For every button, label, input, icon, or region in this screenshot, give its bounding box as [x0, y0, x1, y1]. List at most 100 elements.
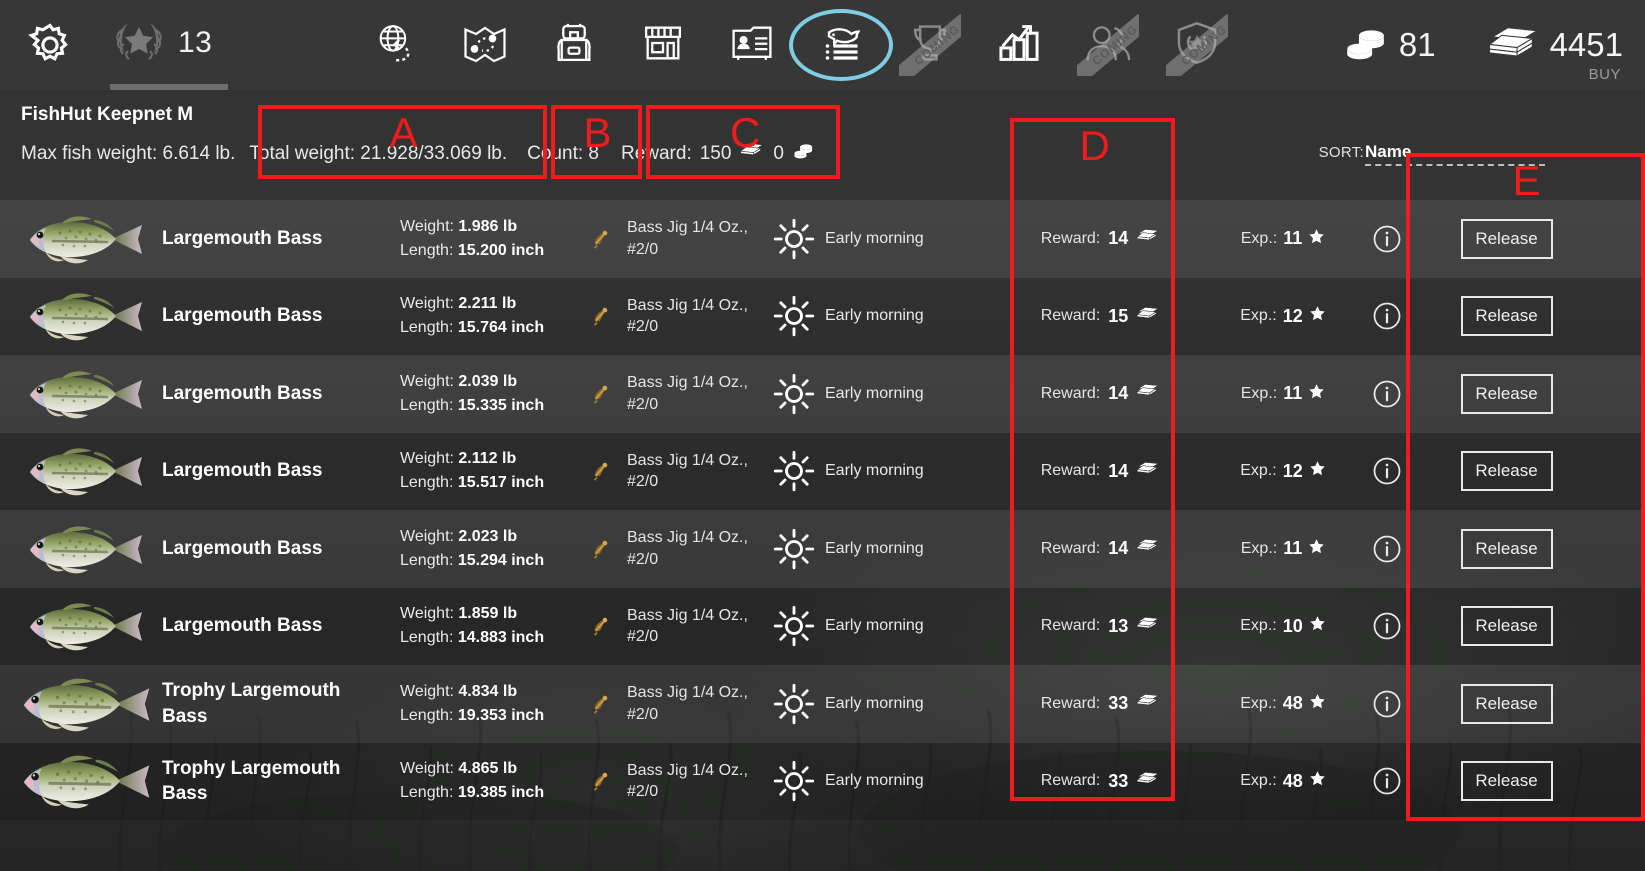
release-button[interactable]: Release	[1460, 296, 1553, 337]
fish-reward-label: Reward:	[1040, 694, 1101, 712]
fish-measurements: Weight: 1.986 lb Length: 15.200 inch	[400, 215, 575, 263]
nav-keepnet-button[interactable]	[810, 14, 872, 76]
fish-length: Length: 19.385 inch	[400, 784, 545, 802]
coins-value: 81	[1398, 26, 1436, 63]
gear-icon	[25, 20, 75, 70]
fish-length: Length: 15.335 inch	[400, 396, 545, 414]
table-row[interactable]: Trophy Largemouth Bass Weight: 4.865 lb …	[0, 742, 1645, 820]
keepnet-name: FishHut Keepnet M	[21, 104, 194, 125]
table-row[interactable]: Largemouth Bass Weight: 2.039 lb Length:…	[0, 355, 1645, 433]
fish-name: Trophy Largemouth Bass	[162, 680, 341, 727]
sort-selector[interactable]: SORT: Name	[1319, 142, 1545, 166]
info-icon[interactable]	[1358, 611, 1416, 641]
release-button[interactable]: Release	[1460, 683, 1553, 724]
player-level[interactable]: 13	[108, 13, 228, 90]
info-icon[interactable]	[1358, 766, 1416, 796]
table-row[interactable]: Largemouth Bass Weight: 2.211 lb Length:…	[0, 277, 1645, 355]
fish-lure: Bass Jig 1/4 Oz., #2/0	[627, 451, 748, 491]
release-button[interactable]: Release	[1460, 761, 1553, 802]
fish-reward-label: Reward:	[1040, 539, 1101, 557]
table-row[interactable]: Largemouth Bass Weight: 1.986 lb Length:…	[0, 200, 1645, 278]
nav-inventory-button[interactable]	[543, 14, 605, 76]
fish-exp-label: Exp.:	[1240, 539, 1278, 557]
coin-stack-icon	[1345, 25, 1389, 66]
info-icon[interactable]	[1358, 379, 1416, 409]
fish-reward: Reward: 33	[993, 693, 1208, 714]
release-cell: Release	[1416, 683, 1597, 724]
fish-exp-value: 48	[1282, 693, 1303, 714]
info-icon[interactable]	[1358, 301, 1416, 331]
coins-display[interactable]: 81	[1345, 25, 1436, 66]
money-stack-icon	[739, 142, 765, 165]
sort-label: SORT:	[1318, 144, 1364, 161]
fish-reward-value: 14	[1108, 383, 1129, 404]
table-row[interactable]: Largemouth Bass Weight: 2.023 lb Length:…	[0, 510, 1645, 588]
star-icon	[1308, 538, 1325, 560]
table-row[interactable]: Largemouth Bass Weight: 1.859 lb Length:…	[0, 587, 1645, 665]
table-row[interactable]: Largemouth Bass Weight: 2.112 lb Length:…	[0, 432, 1645, 510]
release-button[interactable]: Release	[1460, 528, 1553, 569]
fish-reward: Reward: 14	[993, 383, 1208, 404]
info-icon[interactable]	[1358, 689, 1416, 719]
total-weight: Total weight: 21.928/33.069 lb.	[249, 142, 508, 164]
fish-reward-label: Reward:	[1040, 772, 1101, 790]
table-row[interactable]: Trophy Largemouth Bass Weight: 4.834 lb …	[0, 665, 1645, 743]
cash-display[interactable]: 4451 BUY	[1487, 24, 1623, 83]
fish-reward-label: Reward:	[1040, 617, 1101, 635]
fish-weight: Weight: 2.039 lb	[400, 372, 518, 390]
sort-value[interactable]: Name	[1365, 142, 1545, 166]
nav-clans-button[interactable]: COMING	[1166, 14, 1228, 76]
money-stack-icon	[1136, 228, 1160, 249]
fish-list-icon	[817, 21, 865, 70]
fish-reward-label: Reward:	[1040, 462, 1101, 480]
nav-statistics-button[interactable]	[988, 14, 1050, 76]
info-icon[interactable]	[1358, 534, 1416, 564]
sun-icon	[763, 218, 825, 260]
nav-global-map-button[interactable]	[365, 14, 427, 76]
nav-shop-button[interactable]	[632, 14, 694, 76]
fish-reward-label: Reward:	[1040, 384, 1101, 402]
settings-button[interactable]	[22, 17, 78, 73]
shield-laurel-icon	[1174, 20, 1220, 71]
fish-list: Largemouth Bass Weight: 1.986 lb Length:…	[0, 200, 1645, 871]
star-icon	[1309, 460, 1326, 482]
jig-lure-icon	[575, 768, 627, 794]
nav-profile-button[interactable]	[721, 14, 783, 76]
nav-friends-button[interactable]: COMING	[1077, 14, 1139, 76]
fish-length: Length: 15.200 inch	[400, 241, 545, 259]
fish-exp: Exp.: 12	[1208, 460, 1358, 482]
fish-weight: Weight: 2.211 lb	[400, 295, 517, 313]
release-button[interactable]: Release	[1460, 218, 1553, 259]
fish-name: Largemouth Bass	[162, 537, 323, 559]
trophy-icon	[907, 20, 953, 71]
star-icon	[1308, 383, 1325, 405]
nav-tournaments-button[interactable]: COMING	[899, 14, 961, 76]
bar-chart-up-icon	[996, 21, 1042, 70]
money-stack-icon	[1136, 616, 1160, 637]
release-button[interactable]: Release	[1460, 373, 1553, 414]
toolbar-left-group: 13	[0, 13, 228, 90]
fish-name: Largemouth Bass	[162, 382, 323, 404]
release-cell: Release	[1416, 373, 1597, 414]
coin-stack-icon	[792, 142, 816, 165]
release-button[interactable]: Release	[1460, 451, 1553, 492]
fish-reward-value: 14	[1108, 228, 1129, 249]
sun-icon	[763, 760, 825, 802]
fish-exp-label: Exp.:	[1240, 772, 1277, 790]
release-button[interactable]: Release	[1460, 606, 1553, 647]
fish-exp: Exp.: 48	[1208, 770, 1358, 792]
info-icon[interactable]	[1358, 456, 1416, 486]
fish-lure: Bass Jig 1/4 Oz., #2/0	[627, 219, 748, 258]
fish-measurements: Weight: 4.834 lb Length: 19.353 inch	[400, 680, 575, 728]
fish-image	[0, 598, 162, 654]
jig-lure-icon	[575, 691, 627, 717]
info-icon[interactable]	[1358, 224, 1416, 254]
two-people-icon	[1083, 21, 1133, 70]
money-stack-icon	[1136, 693, 1160, 714]
buy-button[interactable]: BUY	[1589, 66, 1621, 83]
fish-image	[0, 211, 162, 267]
fish-image	[0, 288, 162, 344]
nav-map-button[interactable]	[454, 14, 516, 76]
fish-image	[0, 366, 162, 422]
sun-icon	[763, 605, 825, 647]
